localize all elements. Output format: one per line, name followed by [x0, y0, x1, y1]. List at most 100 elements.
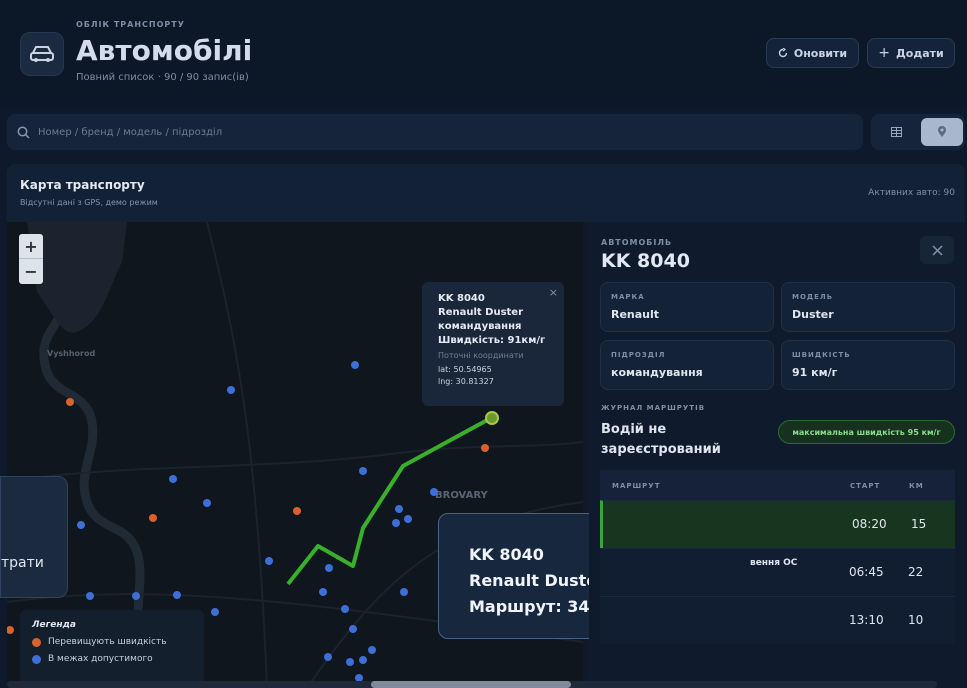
- vehicle-details-panel: АВТОМОБІЛЬ KK 8040 МАРКА Renault МОДЕЛЬ …: [589, 222, 965, 688]
- zoom-in-button[interactable]: +: [19, 234, 43, 259]
- vehicle-marker[interactable]: [341, 605, 349, 613]
- route-start: 06:45: [849, 565, 884, 579]
- search-input[interactable]: [38, 126, 738, 138]
- details-plate: KK 8040: [601, 250, 690, 272]
- map-label-vyshhorod: Vyshhorod: [47, 349, 95, 358]
- legend-item: В межах допустимого: [32, 654, 192, 664]
- selected-vehicle-marker[interactable]: [485, 411, 499, 425]
- field-value: Duster: [792, 308, 834, 321]
- popup-lat: lat: 50.54965: [438, 365, 492, 374]
- legend-item: Перевищують швидкість: [32, 637, 192, 647]
- routes-table-header: МАРШРУТ СТАРТ КМ: [600, 470, 955, 500]
- vehicle-marker[interactable]: [86, 592, 94, 600]
- vehicle-marker[interactable]: [346, 658, 354, 666]
- search-icon: [17, 126, 30, 139]
- refresh-icon: [778, 48, 788, 58]
- vehicle-marker[interactable]: [319, 588, 327, 596]
- vehicle-marker[interactable]: [293, 507, 301, 515]
- add-button[interactable]: + Додати: [867, 38, 955, 68]
- active-vehicles-count: Активних авто: 90: [868, 188, 955, 198]
- vehicle-marker[interactable]: [349, 625, 357, 633]
- table-row[interactable]: 08:20 15: [600, 500, 955, 548]
- page-subtitle: Повний список · 90 / 90 запис(ів): [76, 72, 249, 83]
- close-icon: [931, 244, 943, 256]
- popup-speed: Швидкість: 91км/г: [438, 335, 546, 346]
- vehicle-marker[interactable]: [481, 444, 489, 452]
- popup-close-icon[interactable]: ×: [549, 286, 558, 299]
- vehicle-marker[interactable]: [400, 588, 408, 596]
- field-value: Renault: [611, 308, 660, 321]
- side-drawer[interactable]: трати: [0, 476, 68, 598]
- column-header-km: КМ: [909, 482, 924, 490]
- vehicle-marker[interactable]: [169, 475, 177, 483]
- normal-dot-icon: [32, 654, 41, 664]
- field-speed: ШВИДКІСТЬ 91 км/г: [781, 340, 955, 390]
- horizontal-scrollbar[interactable]: [7, 681, 937, 688]
- vehicle-marker[interactable]: [203, 499, 211, 507]
- details-eyebrow: АВТОМОБІЛЬ: [601, 238, 673, 247]
- vehicle-marker[interactable]: [430, 488, 438, 496]
- vehicle-marker[interactable]: [324, 653, 332, 661]
- vehicle-marker[interactable]: [325, 564, 333, 572]
- map-legend: Легенда Перевищують швидкість В межах до…: [20, 610, 204, 688]
- field-brand: МАРКА Renault: [600, 282, 774, 332]
- vehicle-marker[interactable]: [359, 467, 367, 475]
- legend-title: Легенда: [32, 620, 76, 630]
- max-speed-badge: максимальна швидкість 95 км/г: [778, 420, 955, 444]
- page-title: Автомобілі: [76, 34, 253, 67]
- car-logo: [20, 32, 64, 76]
- field-label: МАРКА: [611, 293, 645, 301]
- vehicle-marker[interactable]: [368, 646, 376, 654]
- vehicle-marker[interactable]: [395, 505, 403, 513]
- table-icon: [890, 127, 902, 137]
- search-bar: [7, 114, 863, 150]
- table-row[interactable]: 13:10 10: [600, 596, 955, 644]
- add-label: Додати: [895, 46, 944, 60]
- scrollbar-thumb[interactable]: [371, 681, 571, 688]
- page-header: ОБЛІК ТРАНСПОРТУ Автомобілі Повний списо…: [0, 0, 967, 108]
- field-label: ПІДРОЗДІЛ: [611, 351, 666, 359]
- routes-table: МАРШРУТ СТАРТ КМ 08:20 15 вення ОС 06:45…: [600, 470, 955, 682]
- vehicle-marker[interactable]: [227, 386, 235, 394]
- route-start: 13:10: [849, 613, 884, 627]
- zoom-control: + −: [19, 234, 43, 284]
- plus-icon: +: [878, 45, 890, 61]
- map-card-header: Карта транспорту Відсутні дані з GPS, де…: [7, 164, 965, 222]
- vehicle-marker[interactable]: [149, 514, 157, 522]
- refresh-button[interactable]: Оновити: [766, 38, 859, 68]
- vehicle-marker[interactable]: [392, 519, 400, 527]
- vehicle-marker[interactable]: [404, 515, 412, 523]
- popup-coords-label: Поточні координати: [438, 351, 524, 360]
- vehicle-marker[interactable]: [132, 592, 140, 600]
- vehicle-marker[interactable]: [77, 521, 85, 529]
- field-unit: ПІДРОЗДІЛ командування: [600, 340, 774, 390]
- map-card-subtitle: Відсутні дані з GPS, демо режим: [20, 198, 158, 207]
- vehicle-marker[interactable]: [359, 656, 367, 664]
- vehicle-marker[interactable]: [173, 591, 181, 599]
- zoom-out-button[interactable]: −: [19, 259, 43, 284]
- map-view-button[interactable]: [921, 118, 963, 146]
- table-view-button[interactable]: [875, 118, 917, 146]
- map-pin-icon: [938, 126, 946, 137]
- map-label-brovary: BROVARY: [435, 490, 489, 501]
- driver-status: Водій не зареєстрований: [601, 422, 721, 457]
- vehicle-marker[interactable]: [351, 361, 359, 369]
- vehicle-marker[interactable]: [66, 398, 74, 406]
- field-model: МОДЕЛЬ Duster: [781, 282, 955, 332]
- legend-label: Перевищують швидкість: [48, 637, 167, 647]
- column-header-start: СТАРТ: [850, 482, 881, 490]
- popup-lng: lng: 30.81327: [438, 377, 494, 386]
- table-row[interactable]: вення ОС 06:45 22: [600, 548, 955, 596]
- field-label: ШВИДКІСТЬ: [792, 351, 851, 359]
- routes-eyebrow: ЖУРНАЛ МАРШРУТІВ: [601, 404, 706, 412]
- popup-car: Renault Duster: [438, 307, 524, 318]
- vehicle-marker[interactable]: [265, 557, 273, 565]
- route-km: 22: [908, 565, 924, 579]
- popup-plate: KK 8040: [438, 293, 485, 304]
- page-eyebrow: ОБЛІК ТРАНСПОРТУ: [76, 20, 185, 29]
- close-button[interactable]: [920, 236, 954, 264]
- popup-unit: командування: [438, 321, 522, 332]
- map-card-title: Карта транспорту: [20, 178, 145, 192]
- vehicle-marker[interactable]: [211, 608, 219, 616]
- legend-label: В межах допустимого: [48, 654, 153, 664]
